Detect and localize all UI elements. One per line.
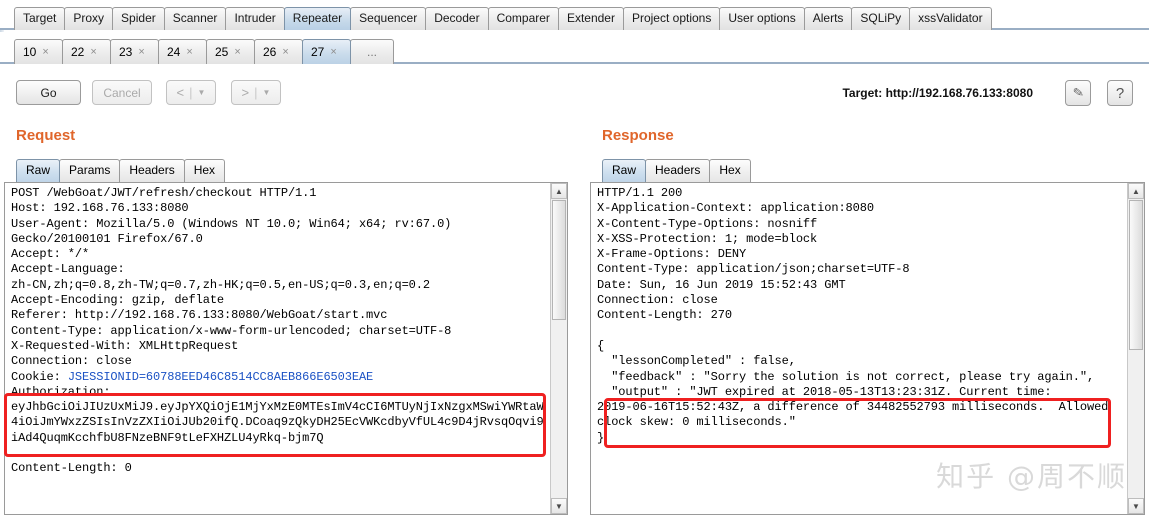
close-icon[interactable]: ×	[234, 46, 240, 58]
tab-sequencer[interactable]: Sequencer	[350, 7, 427, 30]
response-tab-raw[interactable]: Raw	[602, 159, 647, 182]
watermark: 知乎 @周不顺	[936, 460, 1127, 493]
chevron-down-icon: ▼	[197, 88, 206, 97]
request-head-text: POST /WebGoat/JWT/refresh/checkout HTTP/…	[11, 186, 452, 384]
request-raw-text: POST /WebGoat/JWT/refresh/checkout HTTP/…	[11, 186, 550, 477]
repeater-tab-26[interactable]: 26 ×	[254, 39, 303, 64]
scroll-thumb[interactable]	[1129, 200, 1143, 350]
repeater-tab-bar: 10 × 22 × 23 × 24 × 25 × 26 × 27 × ...	[0, 32, 1149, 64]
repeater-toolbar: Go Cancel < | ▼ > | ▼ Target: http://192…	[0, 66, 1149, 118]
request-scrollbar[interactable]: ▲ ▼	[550, 183, 567, 514]
tab-sqlipy[interactable]: SQLiPy	[851, 7, 911, 30]
response-panel-title: Response	[602, 127, 674, 144]
response-raw-text: HTTP/1.1 200 X-Application-Context: appl…	[597, 186, 1109, 445]
repeater-tab-label: 27	[311, 45, 325, 59]
jsessionid-value: JSESSIONID=60788EED46C8514CC8AEB866E6503…	[67, 369, 374, 384]
tab-scanner[interactable]: Scanner	[163, 7, 227, 30]
help-button[interactable]: ?	[1107, 80, 1133, 106]
scroll-up-icon[interactable]: ▲	[1128, 183, 1144, 199]
scroll-thumb[interactable]	[552, 200, 566, 320]
tab-repeater[interactable]: Repeater	[283, 7, 352, 30]
forward-button[interactable]: > | ▼	[231, 80, 281, 105]
request-editor[interactable]: POST /WebGoat/JWT/refresh/checkout HTTP/…	[4, 182, 568, 515]
tab-proxy[interactable]: Proxy	[64, 7, 114, 30]
repeater-tab-23[interactable]: 23 ×	[110, 39, 159, 64]
repeater-tab-25[interactable]: 25 ×	[206, 39, 255, 64]
request-tab-bar: Raw Params Headers Hex	[16, 156, 226, 182]
tab-extender[interactable]: Extender	[557, 7, 624, 30]
request-tab-params[interactable]: Params	[59, 159, 121, 182]
repeater-tab-27[interactable]: 27 ×	[302, 39, 351, 64]
request-tab-hex[interactable]: Hex	[183, 159, 226, 182]
response-tab-headers[interactable]: Headers	[645, 159, 711, 182]
repeater-tab-label: 23	[119, 45, 133, 59]
close-icon[interactable]: ×	[282, 46, 288, 58]
close-icon[interactable]: ×	[186, 46, 192, 58]
close-icon[interactable]: ×	[90, 46, 96, 58]
tab-project-options[interactable]: Project options	[622, 7, 721, 30]
chevron-right-icon: >	[241, 85, 250, 100]
repeater-tab-label: 24	[167, 45, 181, 59]
request-tail-text: Authorization: eyJhbGciOiJIUzUxMiJ9.eyJp…	[11, 384, 544, 476]
repeater-tab-22[interactable]: 22 ×	[62, 39, 111, 64]
scroll-up-icon[interactable]: ▲	[551, 183, 567, 199]
tab-spider[interactable]: Spider	[112, 7, 165, 30]
back-button[interactable]: < | ▼	[166, 80, 216, 105]
repeater-tab-label: 22	[71, 45, 85, 59]
response-scrollbar[interactable]: ▲ ▼	[1127, 183, 1144, 514]
go-button[interactable]: Go	[16, 80, 81, 105]
request-panel-title: Request	[16, 127, 76, 144]
tab-xssvalidator[interactable]: xssValidator	[909, 7, 992, 30]
button-separator: |	[254, 85, 258, 100]
request-tab-headers[interactable]: Headers	[119, 159, 185, 182]
edit-target-button[interactable]: ✎	[1065, 80, 1091, 106]
scroll-down-icon[interactable]: ▼	[551, 498, 567, 514]
tab-alerts[interactable]: Alerts	[803, 7, 853, 30]
repeater-tab-label: 10	[23, 45, 37, 59]
chevron-down-icon: ▼	[262, 88, 271, 97]
tab-decoder[interactable]: Decoder	[425, 7, 489, 30]
close-icon[interactable]: ×	[330, 46, 336, 58]
repeater-tab-label: 25	[215, 45, 229, 59]
response-tab-bar: Raw Headers Hex	[602, 156, 751, 182]
repeater-tab-label: 26	[263, 45, 277, 59]
scroll-down-icon[interactable]: ▼	[1128, 498, 1144, 514]
repeater-tab-24[interactable]: 24 ×	[158, 39, 207, 64]
tab-target[interactable]: Target	[14, 7, 66, 30]
close-icon[interactable]: ×	[138, 46, 144, 58]
tab-comparer[interactable]: Comparer	[487, 7, 559, 30]
repeater-tab-10[interactable]: 10 ×	[14, 39, 63, 64]
repeater-tab-more[interactable]: ...	[350, 39, 394, 64]
button-separator: |	[189, 85, 193, 100]
response-tab-hex[interactable]: Hex	[709, 159, 751, 182]
cancel-button[interactable]: Cancel	[92, 80, 152, 105]
tab-intruder[interactable]: Intruder	[225, 7, 285, 30]
request-tab-raw[interactable]: Raw	[16, 159, 61, 182]
chevron-left-icon: <	[176, 85, 185, 100]
target-label: Target: http://192.168.76.133:8080	[842, 86, 1033, 100]
close-icon[interactable]: ×	[42, 46, 48, 58]
tab-user-options[interactable]: User options	[719, 7, 805, 30]
main-tab-bar: Target Proxy Spider Scanner Intruder Rep…	[0, 0, 1149, 30]
pencil-icon: ✎	[1071, 84, 1085, 101]
